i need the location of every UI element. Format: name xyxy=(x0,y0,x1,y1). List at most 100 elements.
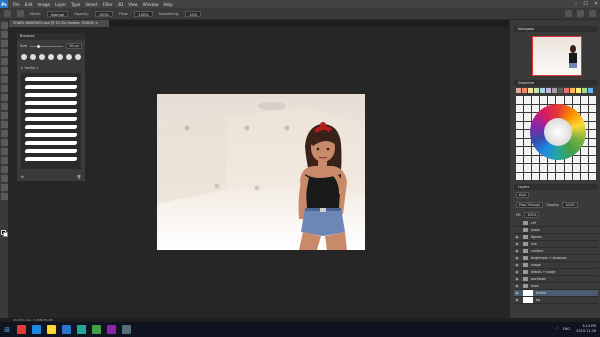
swatch-cell[interactable] xyxy=(564,172,572,180)
pen-tool-icon[interactable] xyxy=(1,148,8,155)
swatch-cell[interactable] xyxy=(516,147,524,155)
smoothing-field[interactable]: 10% xyxy=(185,10,202,17)
menu-filter[interactable]: Filter xyxy=(103,2,113,7)
swatch-cell[interactable] xyxy=(516,172,524,180)
visibility-eye-icon[interactable]: ◉ xyxy=(514,270,520,274)
recent-brush-3[interactable] xyxy=(39,54,45,60)
visibility-eye-icon[interactable]: ◉ xyxy=(514,263,520,267)
brush-stroke-preview[interactable] xyxy=(24,149,78,153)
swatch-cell[interactable] xyxy=(580,172,588,180)
visibility-eye-icon[interactable]: ◉ xyxy=(514,284,520,288)
brush-stroke-preview[interactable] xyxy=(24,117,78,121)
swatch-cell[interactable] xyxy=(580,104,588,112)
search-icon[interactable] xyxy=(565,10,572,17)
crop-tool-icon[interactable] xyxy=(1,58,8,65)
navigator-thumbnail[interactable] xyxy=(532,36,582,76)
layer-row-base[interactable]: ◉ base xyxy=(514,283,598,290)
swatch-cell[interactable] xyxy=(564,96,572,104)
taskbar-app-3-icon[interactable] xyxy=(47,325,56,334)
layer-row-cef[interactable]: cef xyxy=(514,220,598,227)
taskbar-app-7-icon[interactable] xyxy=(107,325,116,334)
swatch-cell[interactable] xyxy=(580,155,588,163)
mode-select[interactable]: Normal xyxy=(47,10,69,17)
close-icon[interactable]: ✕ xyxy=(594,1,598,7)
delete-brush-icon[interactable]: 🗑 xyxy=(77,175,81,179)
swatch-cell[interactable] xyxy=(524,147,532,155)
swatch-cell[interactable] xyxy=(588,113,596,121)
layer-row-figures[interactable]: ◉ figures xyxy=(514,234,598,241)
visibility-eye-icon[interactable]: ◉ xyxy=(514,291,520,295)
swatch-cell[interactable] xyxy=(524,113,532,121)
swatch-1[interactable] xyxy=(516,88,521,93)
swatch-cell[interactable] xyxy=(588,96,596,104)
swatch-2[interactable] xyxy=(522,88,527,93)
swatch-cell[interactable] xyxy=(588,104,596,112)
swatch-cell[interactable] xyxy=(580,147,588,155)
visibility-eye-icon[interactable]: ◉ xyxy=(514,249,520,253)
home-icon[interactable] xyxy=(4,10,11,17)
taskbar-app-8-icon[interactable] xyxy=(122,325,131,334)
brush-stroke-preview[interactable] xyxy=(24,125,78,129)
visibility-eye-icon[interactable]: ◉ xyxy=(514,242,520,246)
swatch-cell[interactable] xyxy=(524,172,532,180)
swatch-cell[interactable] xyxy=(540,96,548,104)
menu-file[interactable]: File xyxy=(13,2,20,7)
brush-stroke-list[interactable] xyxy=(21,73,81,169)
swatch-cell[interactable] xyxy=(588,147,596,155)
menu-select[interactable]: Select xyxy=(85,2,97,7)
layer-row-contour[interactable]: ◉ contour xyxy=(514,248,598,255)
brush-stroke-preview[interactable] xyxy=(24,77,78,81)
workspace-icon[interactable] xyxy=(577,10,584,17)
brush-folder[interactable]: ▸ textfor 1 xyxy=(21,65,81,70)
swatch-cell[interactable] xyxy=(572,172,580,180)
recent-brush-2[interactable] xyxy=(30,54,36,60)
swatch-11[interactable] xyxy=(576,88,581,93)
brush-stroke-preview[interactable] xyxy=(24,109,78,113)
brush-stroke-preview[interactable] xyxy=(24,133,78,137)
swatch-cell[interactable] xyxy=(588,121,596,129)
swatch-7[interactable] xyxy=(552,88,557,93)
brush-tool-icon[interactable] xyxy=(1,85,8,92)
swatch-cell[interactable] xyxy=(532,155,540,163)
recent-brush-7[interactable] xyxy=(75,54,81,60)
swatch-cell[interactable] xyxy=(516,104,524,112)
lasso-tool-icon[interactable] xyxy=(1,40,8,47)
layer-row-shape[interactable]: ◉ shape xyxy=(514,262,598,269)
swatch-cell[interactable] xyxy=(524,164,532,172)
opacity-field[interactable]: 100% xyxy=(94,10,114,17)
recent-brush-4[interactable] xyxy=(48,54,54,60)
swatch-cell[interactable] xyxy=(516,138,524,146)
brush-size-knob[interactable] xyxy=(36,44,40,48)
color-wheel[interactable] xyxy=(530,104,586,160)
swatch-9[interactable] xyxy=(564,88,569,93)
document-canvas[interactable] xyxy=(157,94,365,250)
eraser-tool-icon[interactable] xyxy=(1,112,8,119)
swatch-cell[interactable] xyxy=(516,121,524,129)
swatch-cell[interactable] xyxy=(580,96,588,104)
recent-brush-6[interactable] xyxy=(66,54,72,60)
swatch-cell[interactable] xyxy=(516,130,524,138)
type-tool-icon[interactable] xyxy=(1,157,8,164)
clone-stamp-tool-icon[interactable] xyxy=(1,94,8,101)
swatch-4[interactable] xyxy=(534,88,539,93)
swatch-cell[interactable] xyxy=(532,96,540,104)
menu-help[interactable]: Help xyxy=(163,2,172,7)
swatch-cell[interactable] xyxy=(588,164,596,172)
swatch-cell[interactable] xyxy=(548,96,556,104)
flow-field[interactable]: 100% xyxy=(134,10,153,17)
swatch-3[interactable] xyxy=(528,88,533,93)
recent-brush-1[interactable] xyxy=(21,54,27,60)
menu-layer[interactable]: Layer xyxy=(55,2,66,7)
blend-mode-select[interactable]: Pass Through xyxy=(516,202,544,208)
layer-opacity-field[interactable]: 100% xyxy=(562,202,578,208)
swatch-6[interactable] xyxy=(546,88,551,93)
document-tab[interactable]: CHARL BRAFINGS.psd @ 33,3% (textfor, RGB… xyxy=(9,20,109,27)
swatch-cell[interactable] xyxy=(572,164,580,172)
maximize-icon[interactable]: ☐ xyxy=(583,1,587,7)
language-indicator[interactable]: ENG xyxy=(563,327,570,331)
layer-row-textfor[interactable]: ◉ textfor xyxy=(514,290,598,297)
swatch-cell[interactable] xyxy=(516,96,524,104)
taskbar-app-2-icon[interactable] xyxy=(32,325,41,334)
recent-brush-5[interactable] xyxy=(57,54,63,60)
swatch-12[interactable] xyxy=(582,88,587,93)
